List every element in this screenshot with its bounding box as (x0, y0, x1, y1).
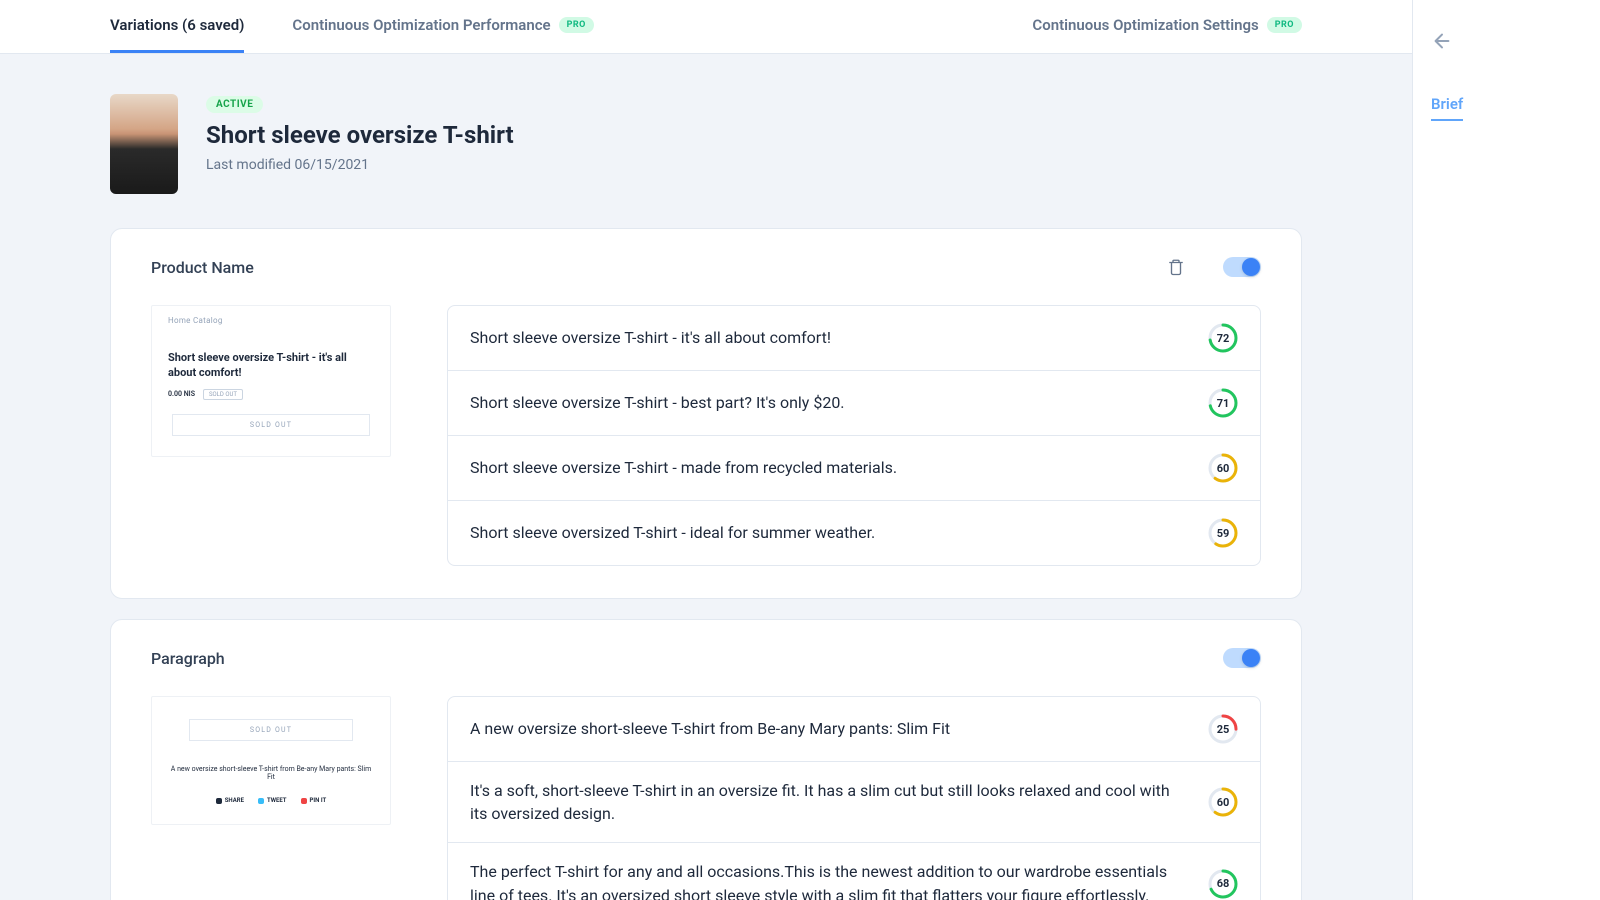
preview-thumbnail: Home Catalog Short sleeve oversize T-shi… (151, 305, 391, 566)
preview-price: 0.00 NIS (168, 390, 195, 398)
last-modified: Last modified 06/15/2021 (206, 157, 514, 173)
variant-row[interactable]: Short sleeve oversized T-shirt - ideal f… (448, 501, 1260, 565)
score-value: 72 (1208, 323, 1238, 353)
preview-thumbnail: SOLD OUT A new oversize short-sleeve T-s… (151, 696, 391, 900)
score-ring: 72 (1208, 323, 1238, 353)
panel-title: Paragraph (151, 649, 225, 668)
score-value: 60 (1208, 453, 1238, 483)
variant-text: Short sleeve oversize T-shirt - it's all… (470, 326, 1188, 349)
score-ring: 60 (1208, 453, 1238, 483)
preview-description: A new oversize short-sleeve T-shirt from… (168, 765, 374, 781)
tab-performance[interactable]: Continuous Optimization Performance PRO (292, 0, 593, 53)
variant-text: The perfect T-shirt for any and all occa… (470, 860, 1188, 900)
variant-row[interactable]: Short sleeve oversize T-shirt - best par… (448, 371, 1260, 436)
score-ring: 25 (1208, 714, 1238, 744)
variant-text: Short sleeve oversize T-shirt - best par… (470, 391, 1188, 414)
preview-stock: SOLD OUT (203, 389, 243, 400)
score-ring: 60 (1208, 787, 1238, 817)
score-value: 71 (1208, 388, 1238, 418)
score-value: 68 (1208, 869, 1238, 899)
product-title: Short sleeve oversize T-shirt (206, 121, 514, 149)
variant-row[interactable]: Short sleeve oversize T-shirt - it's all… (448, 306, 1260, 371)
panel-product-name: Product Name Home Catalog Short sleeve o… (110, 228, 1302, 599)
tab-label: Variations (6 saved) (110, 16, 244, 34)
status-badge: ACTIVE (206, 96, 263, 113)
tweet-label: TWEET (267, 797, 287, 804)
variant-row[interactable]: It's a soft, short-sleeve T-shirt in an … (448, 762, 1260, 843)
variants-list: A new oversize short-sleeve T-shirt from… (447, 696, 1261, 900)
pin-label: PIN IT (310, 797, 327, 804)
score-value: 60 (1208, 787, 1238, 817)
trash-icon[interactable] (1167, 257, 1185, 277)
toggle-switch[interactable] (1223, 648, 1261, 668)
side-panel: Brief (1412, 0, 1600, 900)
variant-row[interactable]: Short sleeve oversize T-shirt - made fro… (448, 436, 1260, 501)
variant-row[interactable]: The perfect T-shirt for any and all occa… (448, 843, 1260, 900)
tab-variations[interactable]: Variations (6 saved) (110, 0, 244, 53)
tab-settings[interactable]: Continuous Optimization Settings PRO (1032, 0, 1302, 53)
preview-button: SOLD OUT (172, 414, 370, 436)
product-header: ACTIVE Short sleeve oversize T-shirt Las… (110, 94, 1302, 194)
pro-badge: PRO (1267, 17, 1302, 33)
preview-headline: Short sleeve oversize T-shirt - it's all… (168, 351, 374, 381)
share-label: SHARE (225, 797, 244, 804)
score-ring: 59 (1208, 518, 1238, 548)
variant-text: A new oversize short-sleeve T-shirt from… (470, 717, 1188, 740)
score-ring: 68 (1208, 869, 1238, 899)
variant-text: It's a soft, short-sleeve T-shirt in an … (470, 779, 1188, 825)
preview-button: SOLD OUT (189, 719, 354, 741)
back-arrow-icon[interactable] (1431, 30, 1453, 56)
panel-title: Product Name (151, 258, 254, 277)
variant-text: Short sleeve oversized T-shirt - ideal f… (470, 521, 1188, 544)
top-tabs: Variations (6 saved) Continuous Optimiza… (0, 0, 1412, 54)
variant-text: Short sleeve oversize T-shirt - made fro… (470, 456, 1188, 479)
score-ring: 71 (1208, 388, 1238, 418)
toggle-switch[interactable] (1223, 257, 1261, 277)
panel-paragraph: Paragraph SOLD OUT A new oversize short-… (110, 619, 1302, 900)
tab-label: Continuous Optimization Settings (1032, 16, 1258, 34)
score-value: 59 (1208, 518, 1238, 548)
score-value: 25 (1208, 714, 1238, 744)
preview-social: SHARE TWEET PIN IT (168, 797, 374, 804)
tab-label: Continuous Optimization Performance (292, 16, 550, 34)
product-thumbnail (110, 94, 178, 194)
pro-badge: PRO (559, 17, 594, 33)
preview-nav: Home Catalog (168, 316, 374, 325)
brief-tab[interactable]: Brief (1431, 95, 1463, 121)
variants-list: Short sleeve oversize T-shirt - it's all… (447, 305, 1261, 566)
variant-row[interactable]: A new oversize short-sleeve T-shirt from… (448, 697, 1260, 762)
